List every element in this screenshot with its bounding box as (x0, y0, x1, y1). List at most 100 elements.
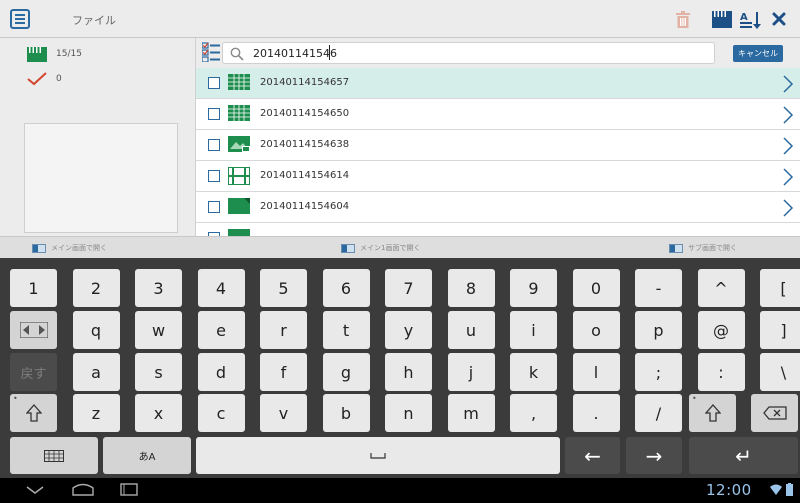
keyboard-grid-icon (44, 449, 64, 462)
multi-select-icon[interactable] (202, 42, 220, 62)
key-k[interactable]: k (510, 353, 557, 391)
select-all-icon[interactable] (712, 11, 732, 28)
key-[[interactable]: [ (760, 269, 800, 307)
key-y[interactable]: y (385, 311, 432, 349)
key-9[interactable]: 9 (510, 269, 557, 307)
shift-key-left[interactable]: • (10, 394, 57, 432)
file-row[interactable]: 20140114154650 (196, 99, 800, 130)
key-@[interactable]: @ (697, 311, 745, 349)
key-7[interactable]: 7 (385, 269, 432, 307)
checked-count: 0 (56, 74, 62, 84)
key-/[interactable]: / (635, 394, 682, 432)
key-.[interactable]: . (572, 394, 620, 432)
chevron-right-icon[interactable] (782, 137, 794, 155)
image-file-icon (228, 136, 250, 152)
key-4[interactable]: 4 (197, 269, 245, 307)
open-sub-button[interactable]: サブ画面で開く (669, 242, 737, 254)
file-row-partial[interactable] (196, 223, 800, 236)
row-checkbox[interactable] (208, 108, 220, 120)
key-x[interactable]: x (135, 394, 182, 432)
chevron-right-icon[interactable] (782, 199, 794, 217)
key-8[interactable]: 8 (447, 269, 495, 307)
key-t[interactable]: t (322, 311, 370, 349)
trash-icon[interactable] (676, 11, 690, 28)
search-input[interactable]: 201401141546 (222, 42, 715, 64)
row-checkbox[interactable] (208, 77, 220, 89)
chevron-right-icon[interactable] (782, 168, 794, 186)
open-in-bar: メイン画面で開く メイン1画面で開く サブ画面で開く (0, 236, 800, 258)
key-^[interactable]: ^ (697, 269, 745, 307)
undo-key[interactable]: 戻す (10, 353, 57, 391)
open-main-button[interactable]: メイン画面で開く (32, 242, 107, 254)
ime-toggle-key[interactable]: あA (103, 437, 191, 474)
key-z[interactable]: z (72, 394, 120, 432)
key-e[interactable]: e (197, 311, 245, 349)
key-backslash[interactable]: \ (760, 353, 800, 391)
key-l[interactable]: l (572, 353, 620, 391)
home-icon[interactable] (72, 483, 94, 496)
key-,[interactable]: , (510, 394, 557, 432)
key-s[interactable]: s (135, 353, 182, 391)
key-v[interactable]: v (260, 394, 307, 432)
battery-icon (786, 483, 793, 496)
key-][interactable]: ] (760, 311, 800, 349)
chevron-right-icon[interactable] (782, 106, 794, 124)
key-u[interactable]: u (447, 311, 495, 349)
file-row[interactable]: 20140114154604 (196, 192, 800, 223)
key-1[interactable]: 1 (10, 269, 57, 307)
back-icon[interactable] (26, 486, 44, 494)
key-h[interactable]: h (385, 353, 432, 391)
key--[interactable]: - (635, 269, 682, 307)
key-m[interactable]: m (447, 394, 495, 432)
key-j[interactable]: j (447, 353, 495, 391)
key-r[interactable]: r (260, 311, 307, 349)
key-f[interactable]: f (260, 353, 307, 391)
checkmark-icon (27, 72, 47, 86)
key-a[interactable]: a (72, 353, 120, 391)
key-w[interactable]: w (135, 311, 182, 349)
key-p[interactable]: p (635, 311, 682, 349)
shift-icon (704, 404, 721, 422)
right-arrow-key[interactable]: → (626, 437, 682, 474)
enter-key[interactable]: ↵ (689, 437, 798, 474)
key-d[interactable]: d (197, 353, 245, 391)
file-list: 20140114154657 20140114154650 2014011415… (196, 68, 800, 236)
key-b[interactable]: b (322, 394, 370, 432)
space-key[interactable] (196, 437, 560, 474)
key-2[interactable]: 2 (72, 269, 120, 307)
file-row[interactable]: 20140114154657 (196, 68, 800, 99)
file-row[interactable]: 20140114154638 (196, 130, 800, 161)
ime-label: あA (138, 452, 156, 463)
key-q[interactable]: q (72, 311, 120, 349)
key-n[interactable]: n (385, 394, 432, 432)
key-i[interactable]: i (510, 311, 557, 349)
cursor-mode-key[interactable] (10, 311, 57, 349)
row-checkbox[interactable] (208, 139, 220, 151)
open-main1-button[interactable]: メイン1画面で開く (341, 242, 420, 254)
key-0[interactable]: 0 (572, 269, 620, 307)
key-3[interactable]: 3 (135, 269, 182, 307)
file-name: 20140114154614 (260, 170, 350, 181)
checked-count-row: 0 (0, 68, 196, 92)
row-checkbox[interactable] (208, 170, 220, 182)
key-g[interactable]: g (322, 353, 370, 391)
backspace-key[interactable] (751, 394, 798, 432)
sort-icon[interactable]: A (740, 10, 762, 30)
shift-key-right[interactable]: • (689, 394, 736, 432)
key-5[interactable]: 5 (260, 269, 307, 307)
key-o[interactable]: o (572, 311, 620, 349)
key-6[interactable]: 6 (322, 269, 370, 307)
close-icon[interactable] (772, 12, 786, 26)
layout-switch-key[interactable] (10, 437, 98, 474)
file-row[interactable]: 20140114154614 (196, 161, 800, 192)
key-:[interactable]: : (697, 353, 745, 391)
search-icon (230, 47, 244, 61)
recent-apps-icon[interactable] (120, 483, 138, 496)
left-arrow-key[interactable]: ← (565, 437, 620, 474)
chevron-right-icon[interactable] (782, 75, 794, 93)
row-checkbox[interactable] (208, 201, 220, 213)
cancel-button[interactable]: キャンセル (733, 45, 783, 62)
key-c[interactable]: c (197, 394, 245, 432)
key-;[interactable]: ; (635, 353, 682, 391)
menu-icon[interactable] (10, 9, 30, 29)
